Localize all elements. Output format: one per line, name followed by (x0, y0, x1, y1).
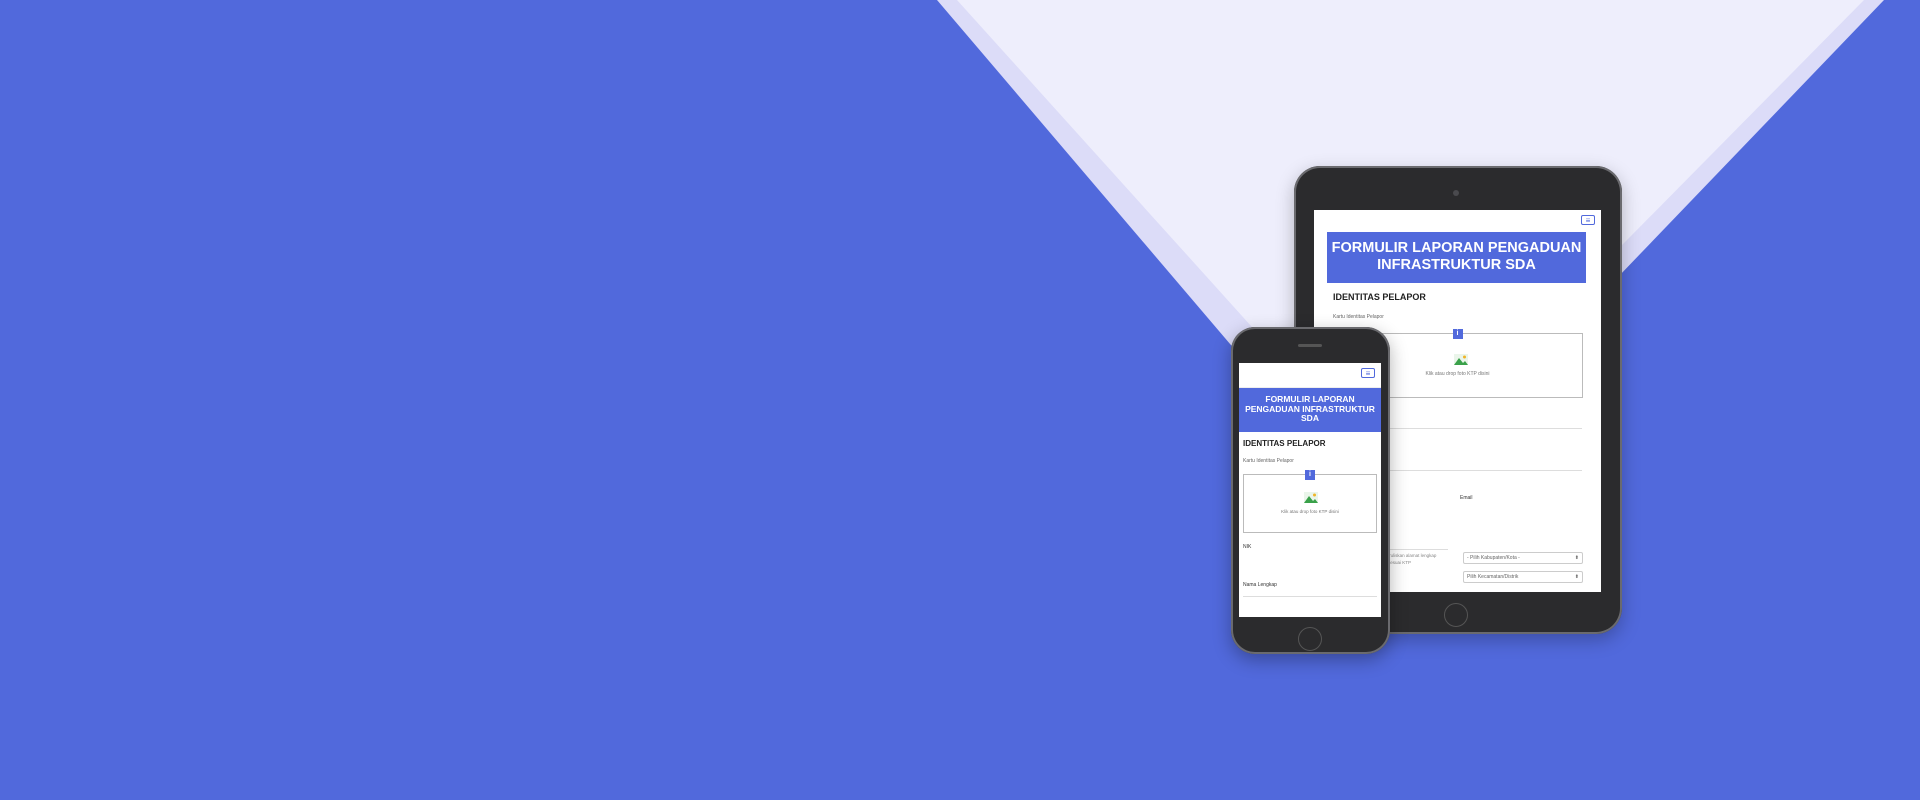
nama-field[interactable] (1243, 596, 1377, 597)
hamburger-icon[interactable]: ≡ (1361, 368, 1375, 378)
divider (1386, 428, 1582, 429)
info-icon: i (1305, 470, 1315, 480)
image-placeholder-icon (1304, 492, 1318, 503)
phone-topbar: ≡ (1239, 363, 1381, 388)
phone-screen: ≡ FORMULIR LAPORAN PENGADUAN INFRASTRUKT… (1239, 363, 1381, 617)
kecamatan-select[interactable]: Pilih Kecamatan/Distrik ⬍ (1463, 571, 1583, 583)
nik-label: NIK (1243, 544, 1252, 550)
phone-speaker (1298, 344, 1322, 347)
upload-instruction: Klik atau drop foto KTP disini (1281, 509, 1339, 514)
tablet-topbar: ≡ (1314, 210, 1601, 232)
ktp-upload-dropzone[interactable]: i Klik atau drop foto KTP disini (1243, 470, 1377, 533)
nama-label: Nama Lengkap (1243, 582, 1277, 588)
hamburger-icon[interactable]: ≡ (1581, 215, 1595, 225)
kecamatan-select-value: Pilih Kecamatan/Distrik (1467, 574, 1519, 580)
tablet-home-button (1444, 603, 1468, 627)
background-shape (937, 0, 1884, 520)
email-label: Email (1460, 495, 1473, 501)
address-field[interactable] (1386, 549, 1448, 550)
select-caret-icon: ⬍ (1574, 574, 1579, 580)
kabupaten-select-value: - Pilih Kabupaten/Kota - (1467, 555, 1520, 561)
select-caret-icon: ⬍ (1574, 555, 1579, 561)
divider (1386, 470, 1582, 471)
image-placeholder-icon (1454, 354, 1468, 365)
info-icon: i (1452, 329, 1463, 339)
phone-device: ≡ FORMULIR LAPORAN PENGADUAN INFRASTRUKT… (1231, 327, 1390, 654)
section-identitas-title: IDENTITAS PELAPOR (1243, 439, 1326, 448)
ktp-label: Kartu Identitas Pelapor (1333, 314, 1384, 320)
tablet-camera (1453, 190, 1459, 196)
section-identitas-title: IDENTITAS PELAPOR (1333, 292, 1426, 302)
address-help-text: Tuliskan alamat lengkap sesuai KTP (1388, 553, 1437, 565)
ktp-label: Kartu Identitas Pelapor (1243, 458, 1294, 464)
kabupaten-select[interactable]: - Pilih Kabupaten/Kota - ⬍ (1463, 552, 1583, 564)
phone-home-button (1298, 627, 1322, 651)
form-title: FORMULIR LAPORAN PENGADUAN INFRASTRUKTUR… (1327, 232, 1586, 283)
form-title: FORMULIR LAPORAN PENGADUAN INFRASTRUKTUR… (1239, 388, 1381, 432)
